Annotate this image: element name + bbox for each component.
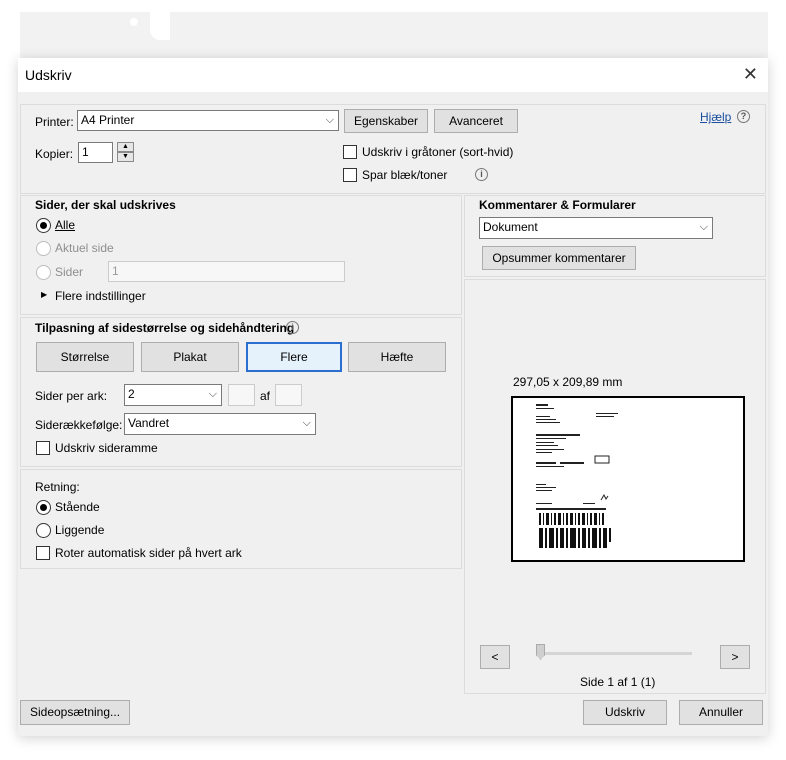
comments-panel: Kommentarer & Formularer Dokument ⌵ Opsu… bbox=[464, 195, 766, 277]
pages-range-radio[interactable] bbox=[36, 265, 51, 280]
page-indicator: Side 1 af 1 (1) bbox=[580, 675, 656, 689]
preview-document-thumbnail bbox=[536, 404, 618, 548]
pages-range-label: Sider bbox=[55, 265, 84, 279]
tab-size[interactable]: Størrelse bbox=[36, 342, 134, 372]
prev-page-button[interactable]: < bbox=[480, 645, 510, 669]
dialog-title: Udskriv bbox=[25, 67, 72, 83]
grayscale-label: Udskriv i gråtoner (sort-hvid) bbox=[362, 145, 514, 159]
sizing-panel: Tilpasning af sidestørrelse og sidehåndt… bbox=[20, 317, 462, 467]
pages-current-radio[interactable] bbox=[36, 241, 51, 256]
pages-current-label: Aktuel side bbox=[55, 241, 114, 255]
printer-value: A4 Printer bbox=[81, 113, 135, 127]
copies-down-button[interactable]: ▼ bbox=[117, 152, 134, 162]
title-bar: Udskriv ✕ bbox=[18, 58, 768, 92]
chevron-down-icon: ⌵ bbox=[302, 417, 311, 429]
page-setup-button[interactable]: Sideopsætning... bbox=[20, 700, 130, 725]
info-icon[interactable]: i bbox=[475, 168, 488, 181]
custom-rows-input[interactable] bbox=[275, 384, 302, 406]
info-icon[interactable]: i bbox=[286, 321, 299, 334]
landscape-label: Liggende bbox=[55, 523, 105, 537]
print-border-label: Udskriv sideramme bbox=[55, 441, 158, 455]
of-label: af bbox=[260, 389, 271, 403]
printer-panel: Printer: A4 Printer ⌵ Egenskaber Avancer… bbox=[20, 104, 766, 194]
printer-select[interactable]: A4 Printer ⌵ bbox=[77, 110, 339, 131]
sizing-heading: Tilpasning af sidestørrelse og sidehåndt… bbox=[35, 321, 295, 335]
printer-label: Printer: bbox=[35, 115, 74, 129]
auto-rotate-label: Roter automatisk sider på hvert ark bbox=[55, 546, 242, 560]
pages-heading: Sider, der skal udskrives bbox=[35, 198, 176, 212]
comments-value: Dokument bbox=[483, 220, 538, 234]
chevron-down-icon: ⌵ bbox=[208, 388, 217, 400]
pages-all-radio[interactable] bbox=[36, 218, 51, 233]
save-ink-checkbox[interactable] bbox=[343, 168, 357, 182]
pages-range-input[interactable]: 1 bbox=[108, 261, 345, 282]
auto-rotate-checkbox[interactable] bbox=[36, 546, 50, 560]
orientation-heading: Retning: bbox=[35, 480, 80, 494]
background-tab-dot bbox=[130, 18, 138, 26]
page-order-label: Siderækkefølge: bbox=[35, 418, 123, 432]
portrait-radio[interactable] bbox=[36, 500, 51, 515]
page-slider-track[interactable] bbox=[538, 652, 692, 655]
pages-per-sheet-label: Sider per ark: bbox=[35, 389, 108, 403]
help-icon[interactable]: ? bbox=[737, 110, 750, 123]
preview-dimensions: 297,05 x 209,89 mm bbox=[513, 375, 623, 389]
print-border-checkbox[interactable] bbox=[36, 441, 50, 455]
tab-booklet[interactable]: Hæfte bbox=[348, 342, 446, 372]
chevron-down-icon: ⌵ bbox=[699, 221, 708, 233]
cancel-button[interactable]: Annuller bbox=[679, 700, 763, 725]
tab-poster[interactable]: Plakat bbox=[141, 342, 239, 372]
copies-input[interactable]: 1 bbox=[78, 142, 113, 163]
summarize-comments-button[interactable]: Opsummer kommentarer bbox=[482, 246, 636, 270]
print-button[interactable]: Udskriv bbox=[583, 700, 667, 725]
more-options-label[interactable]: Flere indstillinger bbox=[55, 289, 146, 303]
comments-select[interactable]: Dokument ⌵ bbox=[479, 217, 713, 239]
page-order-select[interactable]: Vandret ⌵ bbox=[124, 413, 316, 435]
pages-per-sheet-value: 2 bbox=[128, 387, 135, 401]
expand-arrow-icon[interactable]: ▶ bbox=[41, 290, 47, 299]
next-page-button[interactable]: > bbox=[720, 645, 750, 669]
help-link[interactable]: Hjælp bbox=[700, 110, 731, 124]
orientation-panel: Retning: Stående Liggende Roter automati… bbox=[20, 469, 462, 569]
background-tab-notch bbox=[150, 12, 170, 40]
chevron-down-icon: ⌵ bbox=[325, 114, 334, 126]
advanced-button[interactable]: Avanceret bbox=[434, 109, 518, 133]
page-order-value: Vandret bbox=[128, 416, 170, 430]
properties-button[interactable]: Egenskaber bbox=[344, 109, 428, 133]
print-dialog: Udskriv ✕ Printer: A4 Printer ⌵ Egenskab… bbox=[18, 58, 768, 736]
comments-heading: Kommentarer & Formularer bbox=[479, 198, 636, 212]
copies-label: Kopier: bbox=[35, 147, 74, 161]
close-icon[interactable]: ✕ bbox=[743, 64, 758, 85]
save-ink-label: Spar blæk/toner bbox=[362, 168, 448, 182]
grayscale-checkbox[interactable] bbox=[343, 145, 357, 159]
portrait-label: Stående bbox=[55, 500, 100, 514]
pages-all-label: Alle bbox=[55, 218, 76, 232]
landscape-radio[interactable] bbox=[36, 523, 51, 538]
preview-page bbox=[511, 396, 745, 562]
pages-panel: Sider, der skal udskrives Alle Aktuel si… bbox=[20, 195, 462, 315]
copies-up-button[interactable]: ▲ bbox=[117, 142, 134, 152]
custom-cols-input[interactable] bbox=[228, 384, 255, 406]
tab-multiple[interactable]: Flere bbox=[246, 342, 342, 372]
pages-per-sheet-select[interactable]: 2 ⌵ bbox=[124, 384, 222, 406]
